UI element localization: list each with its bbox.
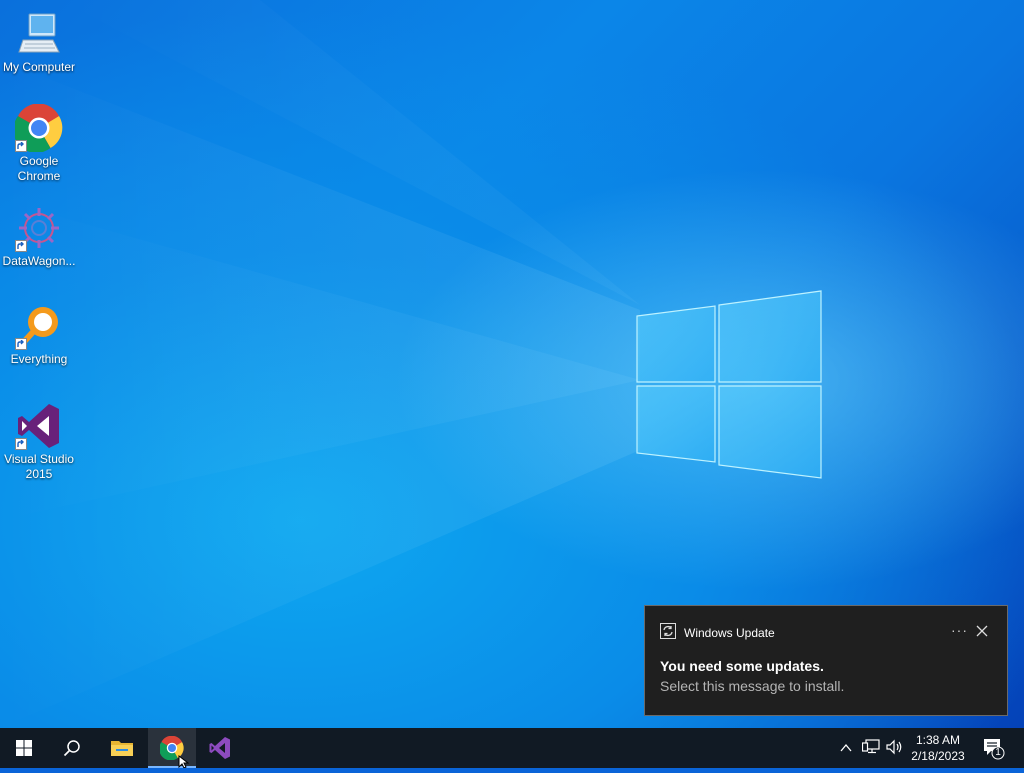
update-icon <box>660 622 676 644</box>
clock-date: 2/18/2023 <box>911 749 965 763</box>
shortcut-arrow-icon <box>15 240 27 252</box>
notification-count-badge: 1 <box>995 747 1001 758</box>
desktop-icon-google-chrome[interactable]: Google Chrome <box>0 103 78 184</box>
speaker-icon <box>886 739 902 755</box>
visual-studio-taskbar-button[interactable] <box>196 728 244 768</box>
search-icon <box>63 740 80 757</box>
shortcut-arrow-icon <box>15 140 27 152</box>
taskbar: 1:38 AM 2/18/2023 1 <box>0 728 1024 768</box>
desktop-icon-everything[interactable]: Everything <box>0 302 78 367</box>
windows-update-toast[interactable]: Windows Update ··· You need some updates… <box>644 605 1008 716</box>
chrome-icon <box>13 103 63 153</box>
toast-header: Windows Update <box>660 622 775 644</box>
desktop-icon-label: Google Chrome <box>17 154 61 183</box>
shortcut-arrow-icon <box>15 338 27 350</box>
file-explorer-button[interactable] <box>98 728 146 768</box>
close-icon <box>976 625 988 637</box>
search-button[interactable] <box>48 728 96 768</box>
chevron-up-icon <box>840 743 852 752</box>
more-options-button[interactable]: ··· <box>951 622 968 638</box>
toast-title: You need some updates. <box>660 658 824 674</box>
computer-icon <box>15 10 63 58</box>
mouse-cursor-icon <box>178 754 190 773</box>
close-button[interactable] <box>975 624 989 638</box>
action-center-button[interactable]: 1 <box>983 738 1007 760</box>
datawagon-icon <box>15 204 63 252</box>
desktop-icon-label: My Computer <box>2 60 76 74</box>
clock[interactable]: 1:38 AM 2/18/2023 <box>906 732 970 764</box>
desktop-icon-label: Everything <box>10 352 68 366</box>
toast-app-name: Windows Update <box>684 626 775 640</box>
volume-button[interactable] <box>886 739 904 760</box>
visual-studio-icon <box>209 737 230 759</box>
clock-time: 1:38 AM <box>915 733 961 747</box>
desktop-icon-label: DataWagon... <box>2 254 76 268</box>
folder-icon <box>111 741 133 756</box>
show-hidden-icons-button[interactable] <box>840 741 852 759</box>
windows-start-icon <box>16 740 32 756</box>
desktop-icon-label: Visual Studio 2015 <box>4 452 74 481</box>
visual-studio-icon <box>15 402 63 450</box>
shortcut-arrow-icon <box>15 438 27 450</box>
desktop-icon-visual-studio[interactable]: Visual Studio 2015 <box>0 402 78 482</box>
toast-message: Select this message to install. <box>660 678 845 694</box>
network-button[interactable] <box>861 739 880 760</box>
start-button[interactable] <box>0 728 48 768</box>
everything-search-icon <box>15 302 63 350</box>
desktop-icon-my-computer[interactable]: My Computer <box>0 10 78 75</box>
network-icon <box>861 739 880 754</box>
desktop-icon-datawagon[interactable]: DataWagon... <box>0 204 78 269</box>
